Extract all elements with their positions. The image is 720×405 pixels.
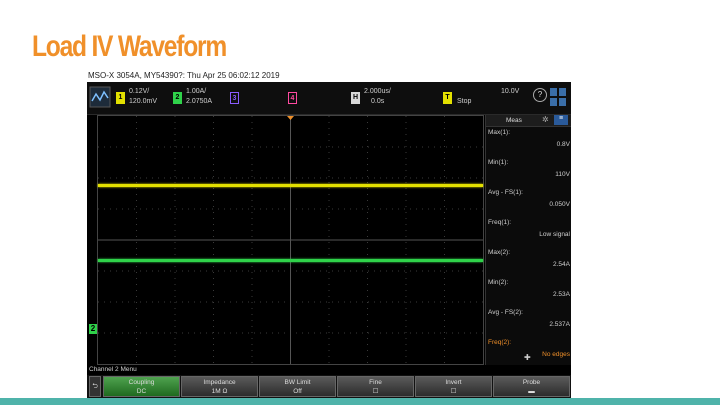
channel-2-trace	[98, 259, 483, 262]
waveform-icon[interactable]	[89, 86, 111, 108]
channel-1-offset: 120.0mV	[129, 98, 158, 105]
softkey-button[interactable]: Coupling DC	[103, 376, 180, 397]
channel-4-badge[interactable]: 4	[288, 92, 297, 104]
softkey-label: Invert	[445, 379, 462, 386]
softkey-button[interactable]: Probe ▬	[493, 376, 570, 397]
meas-value: 2.54A	[553, 261, 570, 268]
softkey-bar: ⮌ Coupling DC Impedance 1M Ω BW Limit Off Fine…	[87, 375, 571, 398]
meas-label: Avg - FS(1):	[488, 189, 523, 196]
meas-header[interactable]: Meas ✲ ≡	[486, 115, 571, 127]
scope-topbar: 1 0.12V/ 120.0mV 2 1.00A/ 2.0750A 3 4 H …	[87, 82, 571, 115]
trigger-badge[interactable]: T	[443, 92, 452, 104]
channel-1-trace	[98, 184, 483, 187]
softkey-label: Coupling	[128, 379, 155, 386]
slide-bottom-bar	[0, 398, 720, 405]
meas-value: 0.050V	[549, 201, 570, 208]
softkey-button[interactable]: Invert ☐	[415, 376, 492, 397]
meas-header-label: Meas	[506, 117, 522, 124]
timebase-value: 2.000us/	[364, 88, 391, 95]
help-icon[interactable]: ?	[533, 88, 547, 102]
meas-label: Avg - FS(2):	[488, 309, 523, 316]
softkey-value: DC	[136, 388, 147, 395]
meas-label: Max(2):	[488, 249, 511, 256]
softkey-button[interactable]: BW Limit Off	[259, 376, 336, 397]
trigger-mode: Stop	[457, 98, 472, 105]
meas-value: No edges	[542, 351, 570, 358]
grid-icon[interactable]	[549, 86, 567, 108]
add-measurement-icon[interactable]: ✚	[524, 353, 531, 362]
meas-label: Max(1):	[488, 129, 511, 136]
channel-1-badge[interactable]: 1	[116, 92, 125, 104]
meas-value: 2.537A	[549, 321, 570, 328]
slide-title: Load IV Waveform	[32, 30, 227, 63]
softkey-value: Off	[293, 388, 302, 395]
softkey-value: ▬	[528, 388, 535, 395]
channel-2-badge[interactable]: 2	[173, 92, 182, 104]
channel-2-menu-label: Channel 2 Menu	[89, 366, 137, 373]
softkey-button[interactable]: Fine ☐	[337, 376, 414, 397]
meas-label: Freq(1):	[488, 219, 512, 226]
softkey-value: ☐	[450, 388, 457, 395]
channel-2-scale: 1.00A/	[186, 88, 207, 95]
timebase-delay: 0.0s	[371, 98, 385, 105]
softkey-label: BW Limit	[284, 379, 311, 386]
settings-icon[interactable]: ✲	[542, 115, 549, 124]
softkey-label: Impedance	[203, 379, 236, 386]
back-button[interactable]: ⮌	[89, 376, 101, 397]
scope-caption: MSO-X 3054A, MY54390?: Thu Apr 25 06:02:…	[88, 71, 280, 80]
meas-value: 2.53A	[553, 291, 570, 298]
channel-2-offset: 2.0750A	[186, 98, 213, 105]
meas-label: Min(1):	[488, 159, 509, 166]
softkey-label: Fine	[369, 379, 382, 386]
channel-3-badge[interactable]: 3	[230, 92, 239, 104]
channel-1-scale: 0.12V/	[129, 88, 150, 95]
menu-icon[interactable]: ≡	[554, 115, 568, 125]
softkey-value: ☐	[372, 388, 379, 395]
softkey-value: 1M Ω	[211, 388, 228, 395]
softkey-button[interactable]: Impedance 1M Ω	[181, 376, 258, 397]
measurement-panel: Meas ✲ ≡ Max(1): 0.8V Min(1): 110V Avg - FS(…	[485, 115, 571, 365]
trigger-level: 10.0V	[501, 88, 520, 95]
meas-label: Min(2):	[488, 279, 509, 286]
softkey-label: Probe	[522, 379, 541, 386]
meas-value: Low signal	[539, 231, 570, 238]
timebase-badge[interactable]: H	[351, 92, 360, 104]
oscilloscope-screen: 1 0.12V/ 120.0mV 2 1.00A/ 2.0750A 3 4 H …	[87, 82, 571, 398]
meas-label: Freq(2):	[488, 339, 512, 346]
channel-2-ground-marker[interactable]: 2	[89, 324, 97, 334]
meas-value: 0.8V	[556, 141, 570, 148]
meas-value: 110V	[555, 171, 570, 178]
waveform-graticule[interactable]	[97, 115, 484, 365]
